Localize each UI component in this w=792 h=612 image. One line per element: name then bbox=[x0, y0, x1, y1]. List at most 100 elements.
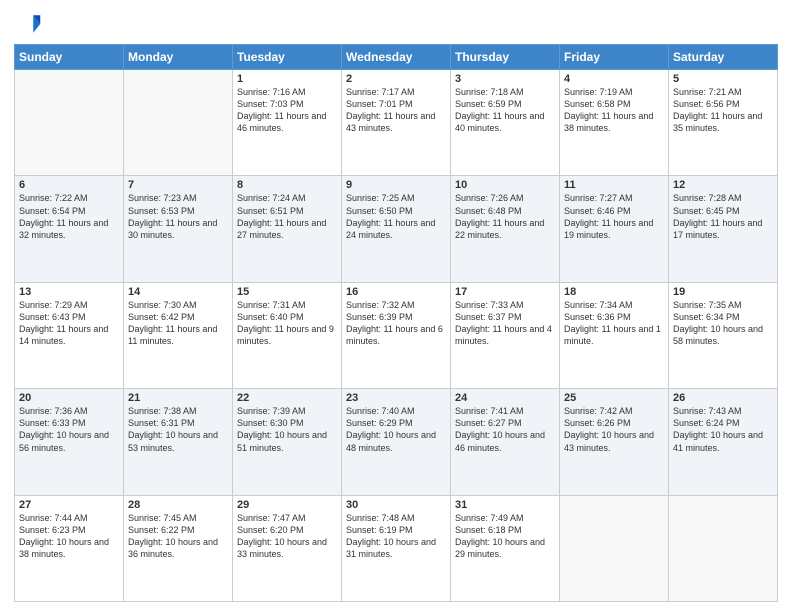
day-info: Sunrise: 7:35 AMSunset: 6:34 PMDaylight:… bbox=[673, 299, 773, 348]
day-info: Sunrise: 7:41 AMSunset: 6:27 PMDaylight:… bbox=[455, 405, 555, 454]
calendar-week-row: 6Sunrise: 7:22 AMSunset: 6:54 PMDaylight… bbox=[15, 176, 778, 282]
calendar-cell bbox=[15, 70, 124, 176]
day-number: 9 bbox=[346, 179, 446, 191]
day-number: 3 bbox=[455, 73, 555, 85]
day-info: Sunrise: 7:45 AMSunset: 6:22 PMDaylight:… bbox=[128, 512, 228, 561]
calendar-cell: 6Sunrise: 7:22 AMSunset: 6:54 PMDaylight… bbox=[15, 176, 124, 282]
day-info: Sunrise: 7:19 AMSunset: 6:58 PMDaylight:… bbox=[564, 86, 664, 135]
calendar-cell: 5Sunrise: 7:21 AMSunset: 6:56 PMDaylight… bbox=[669, 70, 778, 176]
calendar-cell: 20Sunrise: 7:36 AMSunset: 6:33 PMDayligh… bbox=[15, 389, 124, 495]
calendar-cell: 8Sunrise: 7:24 AMSunset: 6:51 PMDaylight… bbox=[233, 176, 342, 282]
calendar-cell: 25Sunrise: 7:42 AMSunset: 6:26 PMDayligh… bbox=[560, 389, 669, 495]
day-info: Sunrise: 7:32 AMSunset: 6:39 PMDaylight:… bbox=[346, 299, 446, 348]
day-number: 16 bbox=[346, 286, 446, 298]
day-number: 10 bbox=[455, 179, 555, 191]
calendar-cell: 1Sunrise: 7:16 AMSunset: 7:03 PMDaylight… bbox=[233, 70, 342, 176]
calendar-cell bbox=[669, 495, 778, 601]
page: SundayMondayTuesdayWednesdayThursdayFrid… bbox=[0, 0, 792, 612]
calendar-cell: 13Sunrise: 7:29 AMSunset: 6:43 PMDayligh… bbox=[15, 282, 124, 388]
calendar-cell: 22Sunrise: 7:39 AMSunset: 6:30 PMDayligh… bbox=[233, 389, 342, 495]
day-number: 19 bbox=[673, 286, 773, 298]
day-number: 24 bbox=[455, 392, 555, 404]
calendar-header-row: SundayMondayTuesdayWednesdayThursdayFrid… bbox=[15, 45, 778, 70]
day-number: 8 bbox=[237, 179, 337, 191]
calendar-week-row: 27Sunrise: 7:44 AMSunset: 6:23 PMDayligh… bbox=[15, 495, 778, 601]
day-info: Sunrise: 7:31 AMSunset: 6:40 PMDaylight:… bbox=[237, 299, 337, 348]
calendar-cell: 12Sunrise: 7:28 AMSunset: 6:45 PMDayligh… bbox=[669, 176, 778, 282]
day-info: Sunrise: 7:18 AMSunset: 6:59 PMDaylight:… bbox=[455, 86, 555, 135]
calendar-cell bbox=[124, 70, 233, 176]
day-number: 12 bbox=[673, 179, 773, 191]
calendar-week-row: 20Sunrise: 7:36 AMSunset: 6:33 PMDayligh… bbox=[15, 389, 778, 495]
calendar-cell: 26Sunrise: 7:43 AMSunset: 6:24 PMDayligh… bbox=[669, 389, 778, 495]
day-number: 22 bbox=[237, 392, 337, 404]
calendar-cell: 2Sunrise: 7:17 AMSunset: 7:01 PMDaylight… bbox=[342, 70, 451, 176]
day-number: 30 bbox=[346, 499, 446, 511]
day-number: 4 bbox=[564, 73, 664, 85]
day-info: Sunrise: 7:28 AMSunset: 6:45 PMDaylight:… bbox=[673, 192, 773, 241]
day-info: Sunrise: 7:22 AMSunset: 6:54 PMDaylight:… bbox=[19, 192, 119, 241]
day-number: 1 bbox=[237, 73, 337, 85]
day-number: 14 bbox=[128, 286, 228, 298]
calendar-cell: 19Sunrise: 7:35 AMSunset: 6:34 PMDayligh… bbox=[669, 282, 778, 388]
day-number: 17 bbox=[455, 286, 555, 298]
calendar-cell: 31Sunrise: 7:49 AMSunset: 6:18 PMDayligh… bbox=[451, 495, 560, 601]
calendar-cell: 3Sunrise: 7:18 AMSunset: 6:59 PMDaylight… bbox=[451, 70, 560, 176]
day-of-week-sunday: Sunday bbox=[15, 45, 124, 70]
calendar-cell: 17Sunrise: 7:33 AMSunset: 6:37 PMDayligh… bbox=[451, 282, 560, 388]
day-number: 26 bbox=[673, 392, 773, 404]
calendar-cell: 7Sunrise: 7:23 AMSunset: 6:53 PMDaylight… bbox=[124, 176, 233, 282]
calendar-cell: 11Sunrise: 7:27 AMSunset: 6:46 PMDayligh… bbox=[560, 176, 669, 282]
day-of-week-saturday: Saturday bbox=[669, 45, 778, 70]
day-number: 13 bbox=[19, 286, 119, 298]
calendar: SundayMondayTuesdayWednesdayThursdayFrid… bbox=[14, 44, 778, 602]
day-number: 28 bbox=[128, 499, 228, 511]
calendar-cell: 16Sunrise: 7:32 AMSunset: 6:39 PMDayligh… bbox=[342, 282, 451, 388]
calendar-cell: 23Sunrise: 7:40 AMSunset: 6:29 PMDayligh… bbox=[342, 389, 451, 495]
day-info: Sunrise: 7:42 AMSunset: 6:26 PMDaylight:… bbox=[564, 405, 664, 454]
day-of-week-tuesday: Tuesday bbox=[233, 45, 342, 70]
day-info: Sunrise: 7:49 AMSunset: 6:18 PMDaylight:… bbox=[455, 512, 555, 561]
header bbox=[14, 10, 778, 38]
day-info: Sunrise: 7:16 AMSunset: 7:03 PMDaylight:… bbox=[237, 86, 337, 135]
calendar-cell: 4Sunrise: 7:19 AMSunset: 6:58 PMDaylight… bbox=[560, 70, 669, 176]
calendar-cell bbox=[560, 495, 669, 601]
day-number: 11 bbox=[564, 179, 664, 191]
calendar-cell: 28Sunrise: 7:45 AMSunset: 6:22 PMDayligh… bbox=[124, 495, 233, 601]
calendar-cell: 15Sunrise: 7:31 AMSunset: 6:40 PMDayligh… bbox=[233, 282, 342, 388]
logo-icon bbox=[14, 10, 42, 38]
day-number: 6 bbox=[19, 179, 119, 191]
logo bbox=[14, 10, 46, 38]
day-info: Sunrise: 7:33 AMSunset: 6:37 PMDaylight:… bbox=[455, 299, 555, 348]
day-number: 2 bbox=[346, 73, 446, 85]
calendar-cell: 24Sunrise: 7:41 AMSunset: 6:27 PMDayligh… bbox=[451, 389, 560, 495]
day-info: Sunrise: 7:25 AMSunset: 6:50 PMDaylight:… bbox=[346, 192, 446, 241]
day-info: Sunrise: 7:39 AMSunset: 6:30 PMDaylight:… bbox=[237, 405, 337, 454]
calendar-cell: 10Sunrise: 7:26 AMSunset: 6:48 PMDayligh… bbox=[451, 176, 560, 282]
day-info: Sunrise: 7:44 AMSunset: 6:23 PMDaylight:… bbox=[19, 512, 119, 561]
calendar-week-row: 13Sunrise: 7:29 AMSunset: 6:43 PMDayligh… bbox=[15, 282, 778, 388]
day-number: 18 bbox=[564, 286, 664, 298]
day-number: 21 bbox=[128, 392, 228, 404]
day-info: Sunrise: 7:27 AMSunset: 6:46 PMDaylight:… bbox=[564, 192, 664, 241]
day-info: Sunrise: 7:24 AMSunset: 6:51 PMDaylight:… bbox=[237, 192, 337, 241]
day-info: Sunrise: 7:29 AMSunset: 6:43 PMDaylight:… bbox=[19, 299, 119, 348]
calendar-cell: 18Sunrise: 7:34 AMSunset: 6:36 PMDayligh… bbox=[560, 282, 669, 388]
calendar-cell: 14Sunrise: 7:30 AMSunset: 6:42 PMDayligh… bbox=[124, 282, 233, 388]
day-info: Sunrise: 7:38 AMSunset: 6:31 PMDaylight:… bbox=[128, 405, 228, 454]
day-info: Sunrise: 7:43 AMSunset: 6:24 PMDaylight:… bbox=[673, 405, 773, 454]
calendar-cell: 9Sunrise: 7:25 AMSunset: 6:50 PMDaylight… bbox=[342, 176, 451, 282]
day-of-week-thursday: Thursday bbox=[451, 45, 560, 70]
day-number: 5 bbox=[673, 73, 773, 85]
day-info: Sunrise: 7:34 AMSunset: 6:36 PMDaylight:… bbox=[564, 299, 664, 348]
day-info: Sunrise: 7:48 AMSunset: 6:19 PMDaylight:… bbox=[346, 512, 446, 561]
calendar-cell: 30Sunrise: 7:48 AMSunset: 6:19 PMDayligh… bbox=[342, 495, 451, 601]
day-info: Sunrise: 7:17 AMSunset: 7:01 PMDaylight:… bbox=[346, 86, 446, 135]
day-info: Sunrise: 7:26 AMSunset: 6:48 PMDaylight:… bbox=[455, 192, 555, 241]
day-number: 25 bbox=[564, 392, 664, 404]
day-number: 29 bbox=[237, 499, 337, 511]
day-number: 20 bbox=[19, 392, 119, 404]
day-info: Sunrise: 7:40 AMSunset: 6:29 PMDaylight:… bbox=[346, 405, 446, 454]
calendar-cell: 21Sunrise: 7:38 AMSunset: 6:31 PMDayligh… bbox=[124, 389, 233, 495]
day-number: 31 bbox=[455, 499, 555, 511]
